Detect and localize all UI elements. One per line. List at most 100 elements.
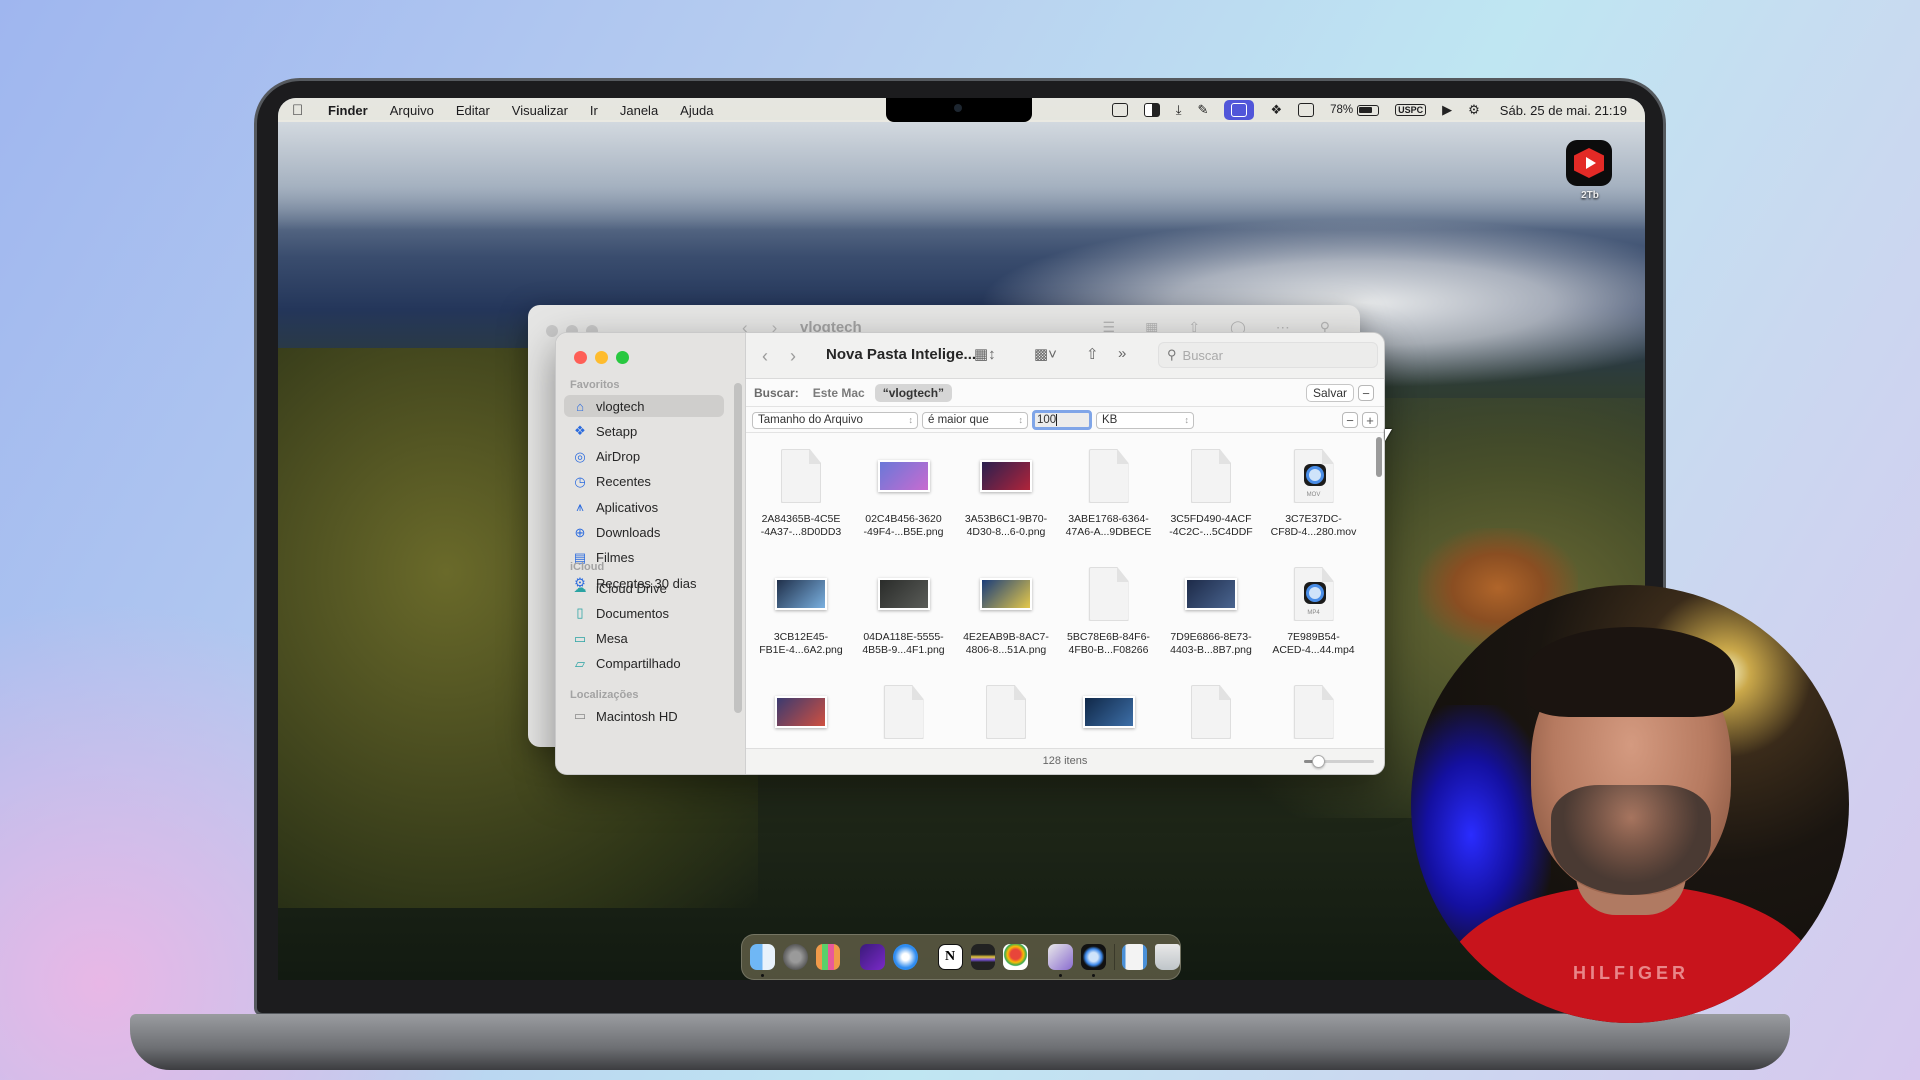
battery-status[interactable]: 78% xyxy=(1330,104,1380,116)
menu-janela[interactable]: Janela xyxy=(620,103,658,118)
back-button[interactable]: ‹ xyxy=(762,346,768,367)
dock-launchpad-icon[interactable] xyxy=(815,944,841,970)
sidebar-item-icloud-drive[interactable]: ☁ iCloud Drive xyxy=(564,577,724,599)
sidebar-item-vlogtech[interactable]: ⌂ vlogtech xyxy=(564,395,724,417)
file-name-line1: 02C4B456-3620 xyxy=(865,513,942,525)
sidebar-item-setapp[interactable]: ❖ Setapp xyxy=(564,420,724,442)
file-item[interactable] xyxy=(1058,681,1160,748)
apple-menu-icon[interactable]:  xyxy=(292,102,308,119)
slider-knob[interactable] xyxy=(1312,755,1325,768)
screen-share-icon[interactable] xyxy=(1224,100,1255,120)
sidebar-item-recentes[interactable]: ◷ Recentes xyxy=(564,471,724,493)
menu-editar[interactable]: Editar xyxy=(456,103,490,118)
dock-affinity-icon[interactable] xyxy=(860,944,885,970)
dock-notion-icon[interactable]: N xyxy=(937,944,963,970)
dock-quicktime-icon[interactable] xyxy=(1080,944,1106,977)
dock-google-maps-icon[interactable] xyxy=(1003,944,1029,970)
menu-app-name[interactable]: Finder xyxy=(328,103,368,118)
file-item[interactable] xyxy=(750,681,852,748)
contrast-icon[interactable] xyxy=(1143,103,1160,117)
sidebar-item-airdrop[interactable]: ◎ AirDrop xyxy=(564,446,724,468)
dock-downloads-stack-icon[interactable] xyxy=(1122,944,1148,970)
save-button[interactable]: Salvar xyxy=(1305,384,1354,402)
sidebar-scrollbar[interactable] xyxy=(734,383,742,713)
share-icon[interactable]: ⇧ xyxy=(1086,345,1099,363)
control-center-icon[interactable]: ⚙ xyxy=(1468,102,1480,118)
clock[interactable]: Sáb. 25 de mai. 21:19 xyxy=(1500,103,1627,118)
file-item[interactable]: 7D9E6866-8E73- 4403-B...8B7.png xyxy=(1160,563,1262,657)
dock-trash-icon[interactable] xyxy=(1155,944,1181,970)
file-item[interactable] xyxy=(853,681,955,748)
desktop-app-icon[interactable]: 2Tb xyxy=(1566,140,1614,201)
sidebar-item-compartilhado[interactable]: ▱ Compartilhado xyxy=(564,653,724,675)
file-item[interactable]: 04DA118E-5555- 4B5B-9...4F1.png xyxy=(853,563,955,657)
sidebar-item-label: AirDrop xyxy=(596,449,641,465)
unit-popup[interactable]: KB ↕ xyxy=(1096,412,1194,429)
menu-arquivo[interactable]: Arquivo xyxy=(390,103,434,118)
file-name-line2: -4A37-...8D0DD3 xyxy=(760,526,842,538)
zoom-button[interactable] xyxy=(616,351,629,364)
icon-size-slider[interactable] xyxy=(1304,755,1374,768)
icon-view-icon[interactable]: ▦↕ xyxy=(974,345,996,363)
sidebar-item-aplicativos[interactable]: ⩚ Aplicativos xyxy=(564,496,724,518)
search-field[interactable]: ⚲ Buscar xyxy=(1158,342,1378,368)
sidebar-item-documentos[interactable]: ▯ Documentos xyxy=(564,602,724,624)
file-item[interactable]: 5BC78E6B-84F6- 4FB0-B...F08266 xyxy=(1058,563,1160,657)
sidebar-item-macintosh-hd[interactable]: ▭ Macintosh HD xyxy=(564,705,724,727)
remove-scope-button[interactable]: − xyxy=(1358,385,1374,401)
play-circle-icon[interactable]: ▶ xyxy=(1442,102,1452,118)
file-item[interactable]: MOV 3C7E37DC- CF8D-4...280.mov xyxy=(1263,445,1365,539)
menu-ir[interactable]: Ir xyxy=(590,103,598,118)
search-criteria-row: Tamanho do Arquivo ↕ é maior que ↕ 100 K… xyxy=(746,407,1384,433)
pointer-tool-icon[interactable]: ✎ xyxy=(1198,102,1209,118)
add-criteria-button[interactable]: + xyxy=(1362,412,1378,428)
dock-finder-icon[interactable] xyxy=(750,944,775,977)
quicktime-icon xyxy=(1303,582,1326,604)
sidebar-item-mesa[interactable]: ▭ Mesa xyxy=(564,628,724,650)
sidebar-item-label: Compartilhado xyxy=(596,656,681,672)
file-item[interactable]: 02C4B456-3620 -49F4-...B5E.png xyxy=(853,445,955,539)
file-name-line2: 4D30-8...6-0.png xyxy=(966,526,1046,538)
file-item[interactable]: 3ABE1768-6364- 47A6-A...9DBECE xyxy=(1058,445,1160,539)
setapp-menu-icon[interactable]: ❖ xyxy=(1270,102,1282,118)
file-item[interactable]: 3C5FD490-4ACF -4C2C-...5C4DDF xyxy=(1160,445,1262,539)
attribute-popup[interactable]: Tamanho do Arquivo ↕ xyxy=(752,412,918,429)
size-value-input[interactable]: 100 xyxy=(1032,410,1092,430)
sidebar-item-downloads[interactable]: ⊕ Downloads xyxy=(564,522,724,544)
running-indicator xyxy=(1058,974,1062,977)
dock-system-settings-icon[interactable] xyxy=(782,944,808,970)
dock-safari-icon[interactable] xyxy=(893,944,918,970)
group-by-icon[interactable]: ▩˅ xyxy=(1034,345,1057,363)
dock-audio-app-icon[interactable] xyxy=(970,944,996,970)
close-button[interactable] xyxy=(574,351,587,364)
dock-photo-booth-icon[interactable] xyxy=(1047,944,1073,977)
file-item[interactable] xyxy=(1263,681,1365,748)
minimize-button[interactable] xyxy=(595,351,608,364)
image-preview xyxy=(877,460,930,492)
file-item[interactable]: 2A84365B-4C5E -4A37-...8D0DD3 xyxy=(750,445,852,539)
file-item[interactable]: MP4 7E989B54- ACED-4...44.mp4 xyxy=(1263,563,1365,657)
sidebar-section-title: Favoritos xyxy=(570,379,620,391)
file-item[interactable] xyxy=(1160,681,1262,748)
image-preview xyxy=(775,578,827,610)
forward-button[interactable]: › xyxy=(790,346,796,367)
menu-ajuda[interactable]: Ajuda xyxy=(680,103,713,118)
scope-vlogtech[interactable]: “vlogtech” xyxy=(874,383,953,402)
menu-visualizar[interactable]: Visualizar xyxy=(512,103,568,118)
input-source[interactable]: USPC xyxy=(1395,104,1427,116)
operator-popup[interactable]: é maior que ↕ xyxy=(922,412,1028,429)
file-item[interactable]: 3CB12E45- FB1E-4...6A2.png xyxy=(750,563,852,657)
more-toolbar-icon[interactable]: » xyxy=(1118,345,1126,362)
popup-arrows-icon: ↕ xyxy=(1184,415,1190,425)
screen-switch-icon[interactable] xyxy=(1111,103,1128,117)
download-tray-icon[interactable]: ⤓ xyxy=(1176,102,1182,118)
scope-este-mac[interactable]: Este Mac xyxy=(813,386,865,400)
file-item[interactable]: 4E2EAB9B-8AC7- 4806-8...51A.png xyxy=(955,563,1057,657)
file-item[interactable] xyxy=(955,681,1057,748)
file-grid-scrollbar[interactable] xyxy=(1376,437,1382,477)
cloud-icon: ☁ xyxy=(573,580,587,595)
file-item[interactable]: 3A53B6C1-9B70- 4D30-8...6-0.png xyxy=(955,445,1057,539)
remove-criteria-button[interactable]: − xyxy=(1342,412,1358,428)
file-name-line2: -4C2C-...5C4DDF xyxy=(1169,526,1253,538)
camera-record-icon[interactable] xyxy=(1298,103,1315,117)
